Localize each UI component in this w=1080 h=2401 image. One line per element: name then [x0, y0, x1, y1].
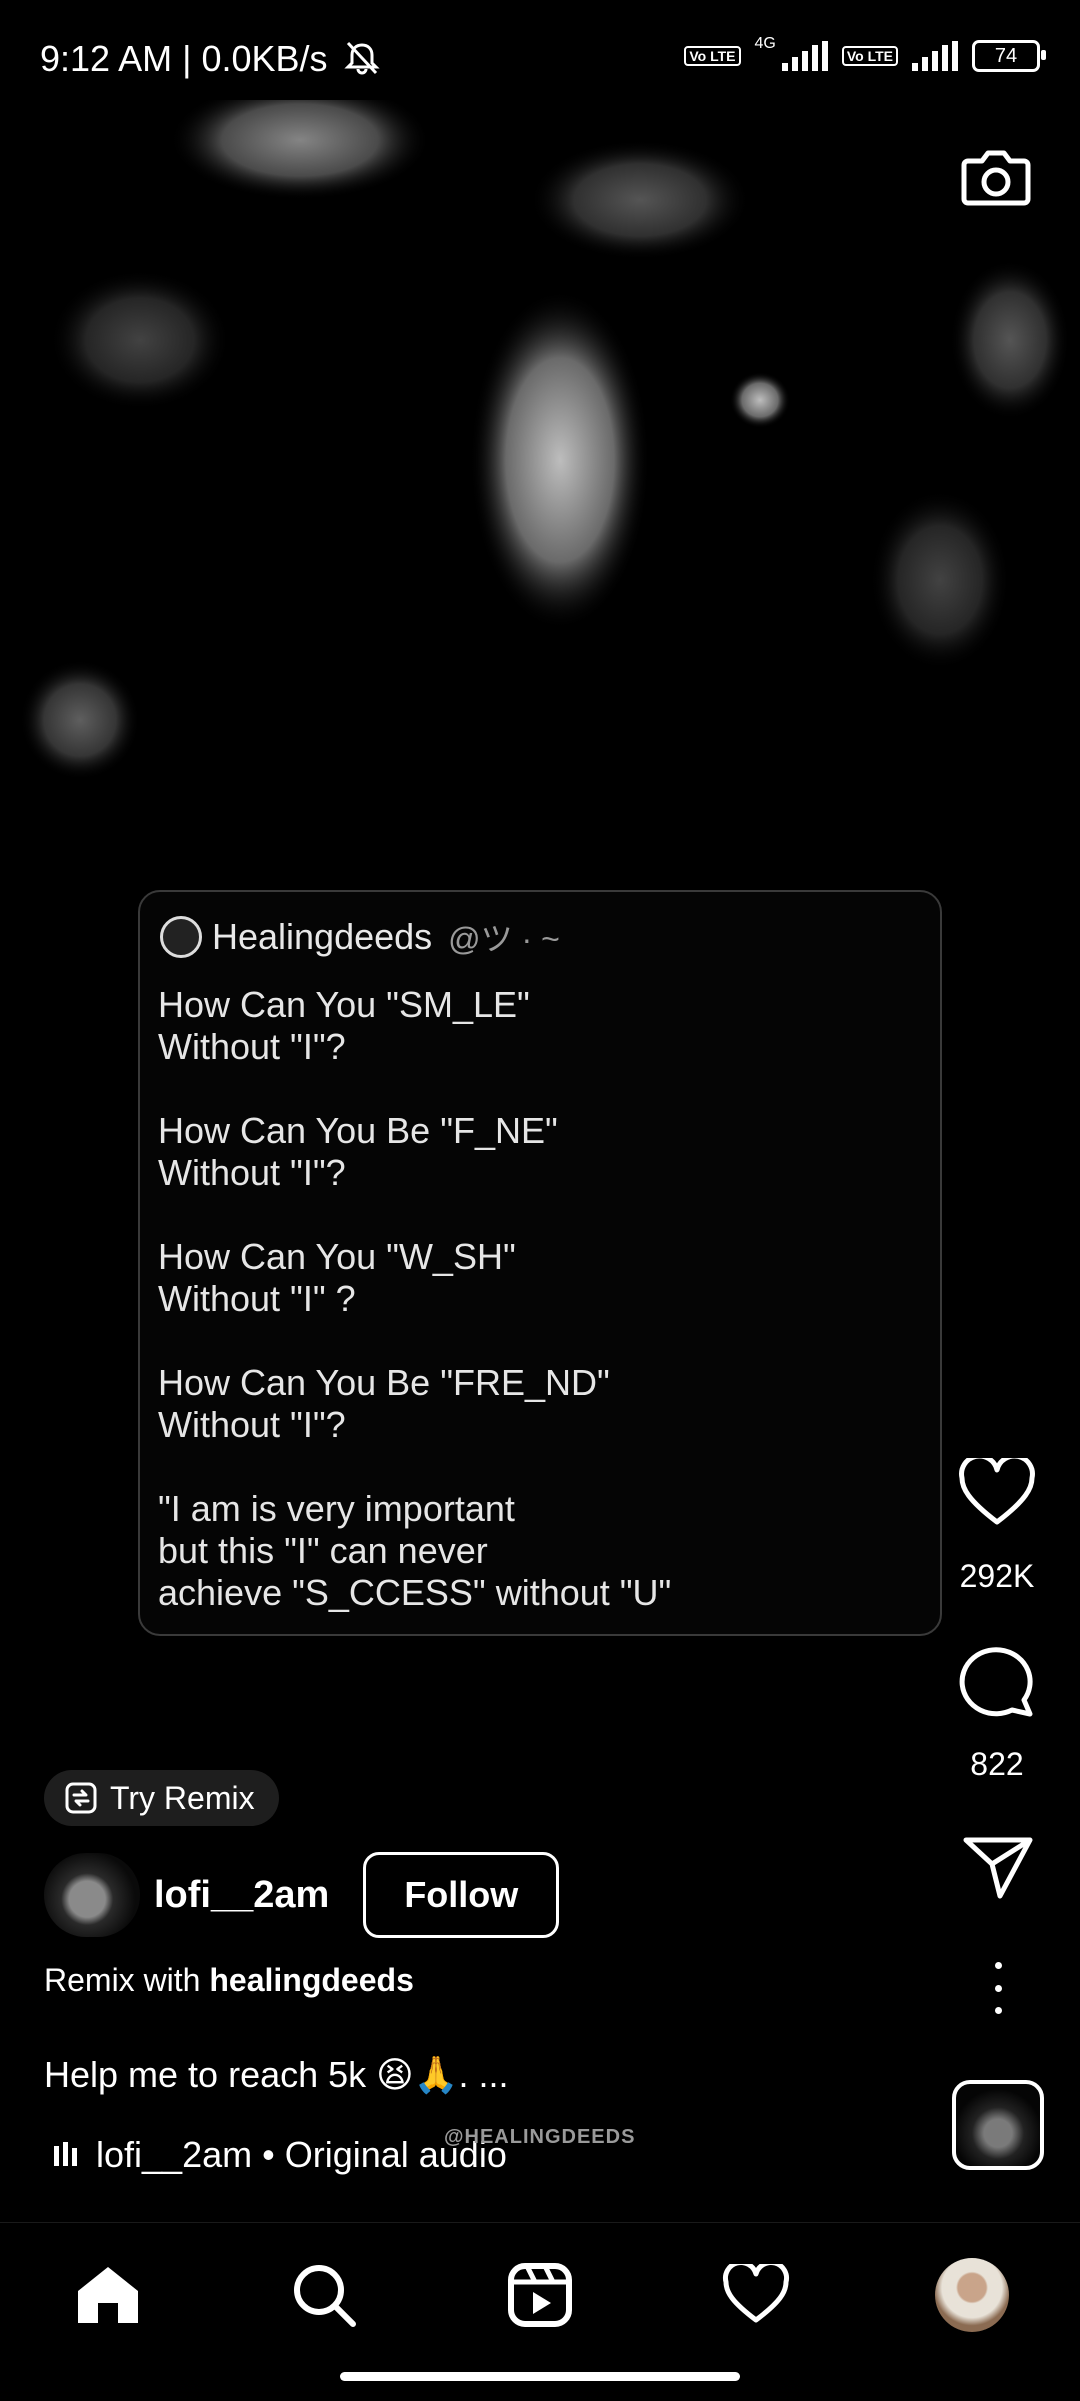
like-button[interactable]	[958, 1458, 1036, 1528]
signal-icon	[912, 41, 958, 71]
audio-bars-icon	[54, 2142, 77, 2166]
home-icon	[78, 2267, 138, 2323]
tweet-gap	[158, 1194, 918, 1236]
tweet-line: Without "I" ?	[158, 1278, 356, 1319]
nav-home[interactable]	[68, 2255, 148, 2335]
tweet-gap	[158, 1068, 918, 1110]
comment-count[interactable]: 822	[937, 1746, 1057, 1783]
tweet-line: but this "I" can never	[158, 1530, 488, 1571]
tweet-card: Healingdeeds @ツ · ~ How Can You "SM_LE" …	[138, 890, 942, 1636]
tweet-line: Without "I"?	[158, 1026, 346, 1067]
like-count[interactable]: 292K	[937, 1558, 1057, 1595]
reel-caption[interactable]: Help me to reach 5k 😫🙏. ...	[44, 2054, 509, 2096]
profile-avatar	[935, 2258, 1009, 2332]
audio-link[interactable]: lofi__2am • Original audio	[52, 2134, 507, 2176]
nav-reels[interactable]	[500, 2255, 580, 2335]
tweet-gap	[158, 1320, 918, 1362]
tweet-line: Without "I"?	[158, 1404, 346, 1445]
camera-icon[interactable]	[960, 145, 1032, 209]
dot	[994, 2007, 1002, 2014]
tweet-line: Without "I"?	[158, 1152, 346, 1193]
tweet-header: Healingdeeds @ツ · ~	[160, 914, 560, 960]
nav-search[interactable]	[284, 2255, 364, 2335]
tweet-line: How Can You Be "FRE_ND"	[158, 1362, 610, 1403]
volte-badge: Vo LTE	[841, 46, 898, 66]
remix-prefix: Remix with	[44, 1962, 201, 1998]
share-button[interactable]	[962, 1834, 1034, 1900]
video-watermark: @HEALINGDEEDS	[444, 2126, 636, 2148]
author-row: lofi__2am Follow	[44, 1852, 560, 1938]
tweet-line: How Can You Be "F_NE"	[158, 1110, 558, 1151]
tweet-line: "I am is very important	[158, 1488, 515, 1529]
status-time: 9:12 AM | 0.0KB/s	[40, 38, 382, 80]
tweet-author-name: Healingdeeds	[212, 916, 433, 957]
tweet-gap	[158, 1446, 918, 1488]
volte-badge: Vo LTE	[684, 46, 741, 66]
battery-icon: 74	[972, 40, 1046, 72]
tweet-author-handle: @ツ · ~	[448, 921, 560, 957]
more-options-button[interactable]	[984, 1962, 1012, 2014]
home-indicator	[340, 2372, 740, 2381]
tweet-line: How Can You "SM_LE"	[158, 984, 530, 1025]
search-icon	[294, 2265, 356, 2327]
audio-thumbnail[interactable]	[952, 2080, 1044, 2170]
dot	[994, 1984, 1002, 1992]
signal-icon	[781, 41, 828, 71]
tweet-line: How Can You "W_SH"	[158, 1236, 516, 1277]
background-image	[0, 100, 1080, 800]
nav-profile[interactable]	[932, 2255, 1012, 2335]
nav-activity[interactable]	[716, 2255, 796, 2335]
follow-button[interactable]: Follow	[363, 1852, 560, 1938]
heart-icon	[722, 2264, 790, 2323]
remix-icon	[65, 1782, 97, 1814]
remix-attribution: Remix with healingdeeds	[44, 1962, 414, 1999]
mute-icon	[343, 41, 380, 75]
tweet-avatar	[160, 916, 202, 958]
tweet-text: How Can You "SM_LE" Without "I"? How Can…	[158, 984, 918, 1614]
author-avatar[interactable]	[44, 1853, 140, 1937]
try-remix-button[interactable]: Try Remix	[44, 1770, 279, 1826]
status-bar: 9:12 AM | 0.0KB/s Vo LTE 4G Vo LTE 74	[0, 0, 1080, 100]
remix-user-link[interactable]: healingdeeds	[209, 1962, 414, 1998]
try-remix-label: Try Remix	[110, 1779, 255, 1816]
dot	[994, 1962, 1002, 1969]
tweet-line: achieve "S_CCESS" without "U"	[158, 1572, 672, 1613]
reels-icon	[508, 2263, 572, 2327]
status-icons: Vo LTE 4G Vo LTE 74	[684, 35, 1046, 72]
author-name[interactable]: lofi__2am	[154, 1874, 329, 1917]
network-type: 4G	[754, 35, 776, 52]
comment-button[interactable]	[958, 1642, 1036, 1718]
